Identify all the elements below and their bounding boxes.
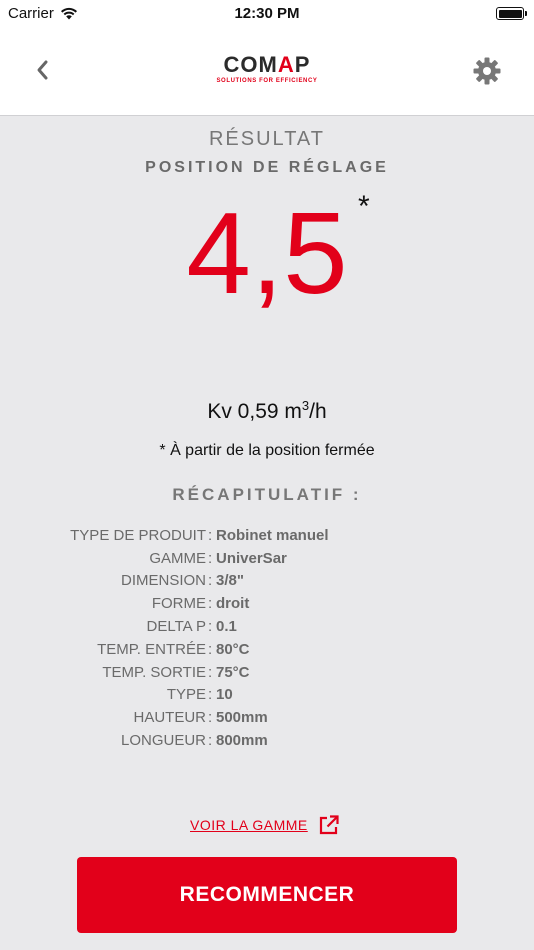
summary-value: 10: [216, 686, 233, 704]
restart-button[interactable]: RECOMMENCER: [77, 857, 457, 933]
summary-row: TYPE DE PRODUIT: Robinet manuel: [0, 524, 534, 547]
summary-value: 500mm: [216, 709, 268, 727]
summary-value: 800mm: [216, 732, 268, 750]
comap-logo: COMAP SOLUTIONS FOR EFFICIENCY: [208, 54, 326, 88]
summary-key: TEMP. SORTIE: [102, 663, 206, 681]
summary-row: LONGUEUR:800mm: [0, 729, 534, 752]
chevron-left-icon: [37, 60, 48, 80]
summary-key: DELTA P: [146, 618, 206, 636]
summary-list: TYPE DE PRODUIT: Robinet manuel GAMME: Uni…: [0, 524, 534, 752]
summary-key: DIMENSION: [120, 572, 206, 590]
summary-value: 75°C: [216, 663, 250, 681]
summary-row: DELTA P:0.1: [0, 615, 534, 638]
back-button[interactable]: [26, 52, 58, 88]
status-time: 12:30 PM: [234, 5, 300, 22]
summary-key: GAMME: [149, 549, 206, 567]
kv-prefix: Kv 0,59 m: [207, 400, 302, 423]
summary-row: HAUTEUR:500mm: [0, 706, 534, 729]
summary-row: FORME: droit: [0, 592, 534, 615]
kv-suffix: /h: [309, 400, 327, 423]
status-right: [496, 7, 527, 20]
logo-wordmark: COMAP: [223, 52, 311, 77]
result-label: RÉSULTAT: [208, 128, 325, 150]
gear-icon: [473, 57, 501, 85]
setting-position-value: 4,5: [186, 188, 348, 318]
summary-value: Robinet manuel: [216, 526, 329, 544]
navigation-bar: COMAP SOLUTIONS FOR EFFICIENCY: [0, 28, 534, 116]
summary-row: TYPE:10: [0, 684, 534, 707]
see-range-label: VOIR LA GAMME: [190, 817, 308, 833]
summary-row: TEMP. ENTRÉE:80°C: [0, 638, 534, 661]
summary-title: RÉCAPITULATIF :: [172, 485, 362, 504]
see-range-link[interactable]: VOIR LA GAMME: [190, 814, 340, 836]
summary-value: UniverSar: [216, 549, 287, 567]
closed-position-note: * À partir de la position fermée: [159, 442, 375, 459]
summary-key: TYPE DE PRODUIT: [70, 526, 206, 544]
summary-key: TYPE: [166, 686, 206, 704]
position-label: POSITION DE RÉGLAGE: [145, 159, 389, 176]
summary-row: GAMME: UniverSar: [0, 547, 534, 570]
summary-value: 3/8": [216, 572, 244, 590]
summary-value: 0.1: [216, 618, 237, 636]
asterisk-mark: *: [358, 190, 370, 223]
external-link-icon: [319, 815, 339, 835]
summary-value: droit: [216, 595, 250, 613]
settings-button[interactable]: [470, 54, 504, 88]
summary-key: TEMP. ENTRÉE: [97, 640, 206, 658]
summary-key: HAUTEUR: [133, 709, 206, 727]
summary-row: DIMENSION:3/8": [0, 570, 534, 593]
summary-key: FORME: [151, 595, 206, 613]
status-bar: Carrier 12:30 PM: [0, 0, 534, 28]
kv-value: Kv 0,59 m3/h: [0, 398, 534, 424]
summary-row: TEMP. SORTIE:75°C: [0, 661, 534, 684]
summary-key: LONGUEUR: [120, 732, 206, 750]
battery-icon: [496, 7, 527, 20]
logo-tagline: SOLUTIONS FOR EFFICIENCY: [216, 78, 318, 84]
summary-value: 80°C: [216, 640, 250, 658]
